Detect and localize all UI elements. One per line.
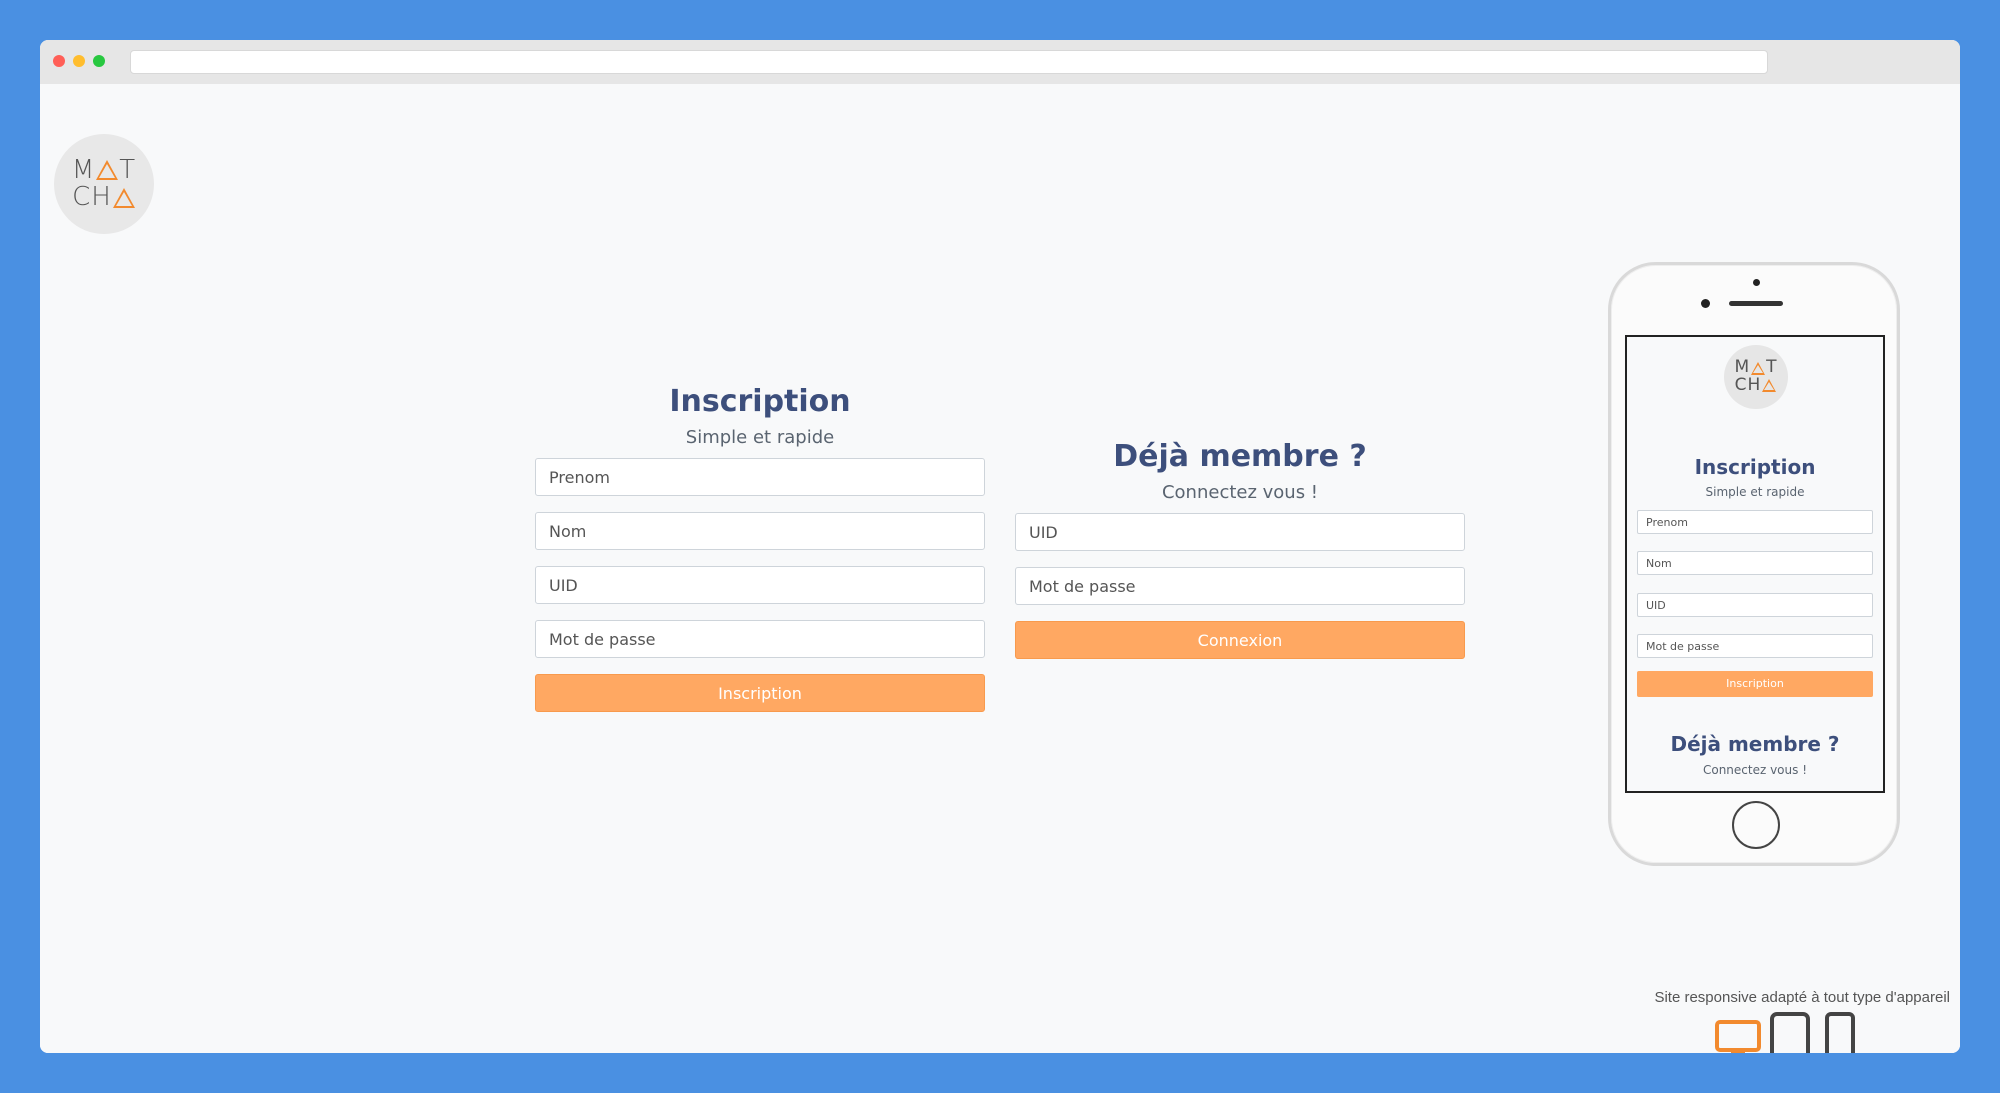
minimize-window-button[interactable] [73,55,85,67]
login-title: Déjà membre ? [1113,439,1367,474]
phone-uid-input: UID [1637,593,1873,617]
phone-login-subtitle: Connectez vous ! [1702,763,1808,777]
browser-window: MT CH Inscription Simple et rapide Inscr… [40,40,1960,1053]
maximize-window-button[interactable] [93,55,105,67]
tablet-icon[interactable] [1770,1012,1810,1053]
phone-lastname-input: Nom [1637,551,1873,575]
phone-signup-subtitle: Simple et rapide [1705,485,1805,499]
phone-home-button [1732,801,1780,849]
phone-speaker [1729,301,1783,306]
matcha-logo[interactable]: MT CH [54,134,154,234]
phone-password-input: Mot de passe [1637,634,1873,658]
phone-signup-title: Inscription [1694,455,1816,479]
page-content: MT CH Inscription Simple et rapide Inscr… [40,84,1960,1053]
phone-screen: MT CH Inscription Simple et rapide Preno… [1625,335,1885,793]
phone-sensor [1753,279,1760,286]
phone-signup-button: Inscription [1637,671,1873,697]
phone-matcha-logo: MT CH [1724,345,1788,409]
phone-login-title: Déjà membre ? [1670,732,1840,756]
phone-camera [1701,299,1710,308]
close-window-button[interactable] [53,55,65,67]
phone-mockup: MT CH Inscription Simple et rapide Preno… [1608,262,1900,866]
monitor-icon[interactable] [1715,1018,1761,1053]
signup-uid-input[interactable] [535,566,985,604]
signup-password-input[interactable] [535,620,985,658]
lastname-input[interactable] [535,512,985,550]
firstname-input[interactable] [535,458,985,496]
triangle-icon [1762,379,1777,393]
signup-title: Inscription [669,384,851,419]
triangle-icon [96,160,119,181]
signup-form: Inscription Simple et rapide Inscription [535,384,985,712]
phone-firstname-input: Prenom [1637,510,1873,534]
responsive-note: Site responsive adapté à tout type d'app… [1654,989,1950,1006]
triangle-icon [112,187,135,208]
browser-toolbar [40,40,1960,84]
phone-icon[interactable] [1824,1012,1856,1053]
login-subtitle: Connectez vous ! [1161,482,1319,503]
login-uid-input[interactable] [1015,513,1465,551]
signup-button[interactable]: Inscription [535,674,985,712]
login-password-input[interactable] [1015,567,1465,605]
login-button[interactable]: Connexion [1015,621,1465,659]
signup-subtitle: Simple et rapide [685,427,835,448]
login-form: Déjà membre ? Connectez vous ! Connexion [1015,439,1465,659]
address-bar[interactable] [130,50,1768,74]
triangle-icon [1751,361,1766,375]
